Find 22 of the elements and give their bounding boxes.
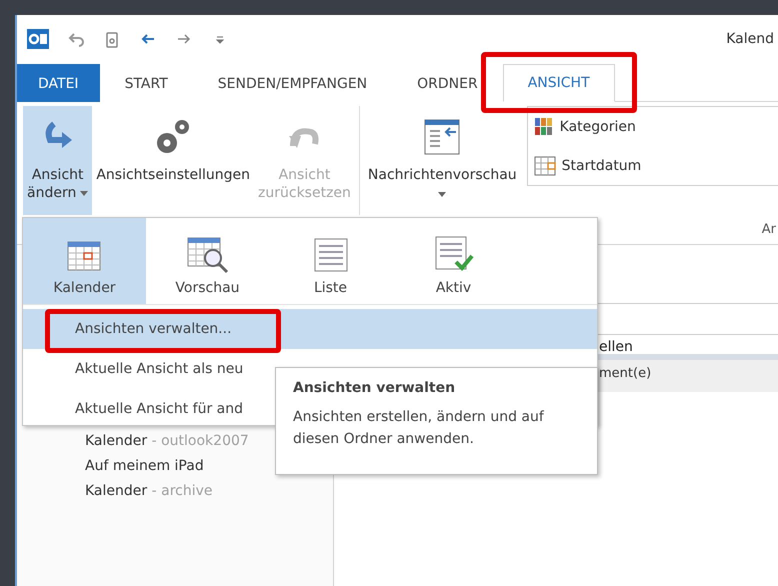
- view-option[interactable]: Aktiv: [392, 218, 515, 304]
- tooltip-title: Ansichten verwalten: [293, 380, 456, 396]
- view-option[interactable]: Vorschau: [146, 218, 269, 304]
- calendar-icon: [534, 156, 556, 176]
- group-label: Ar: [762, 222, 776, 237]
- folder-item[interactable]: Kalender - archive: [85, 483, 333, 499]
- ribbon-button[interactable]: Nachrichtenvorschau: [364, 106, 521, 215]
- file-tab[interactable]: DATEI: [17, 64, 100, 102]
- view-option[interactable]: Kalender: [23, 218, 146, 304]
- ribbon-button[interactable]: Startdatum: [534, 156, 772, 176]
- ribbon-tab[interactable]: ANSICHT: [502, 64, 615, 102]
- ribbon-button[interactable]: Ansichtseinstellungen: [92, 106, 254, 215]
- color-grid-icon: [534, 116, 554, 136]
- view-option[interactable]: Liste: [269, 218, 392, 304]
- ribbon-tab[interactable]: START: [100, 64, 193, 102]
- reading-pane-icon: [422, 117, 462, 157]
- ribbon-button[interactable]: Ansicht ändern: [23, 106, 92, 215]
- ribbon-button[interactable]: Kategorien: [534, 116, 772, 136]
- menu-item[interactable]: Ansichten verwalten...: [23, 309, 597, 349]
- tooltip-text: Ansichten erstellen, ändern und auf diesen Ordner anwenden.: [293, 408, 545, 449]
- outlook-logo-icon[interactable]: [27, 28, 49, 48]
- window-title: Kalend: [726, 30, 774, 46]
